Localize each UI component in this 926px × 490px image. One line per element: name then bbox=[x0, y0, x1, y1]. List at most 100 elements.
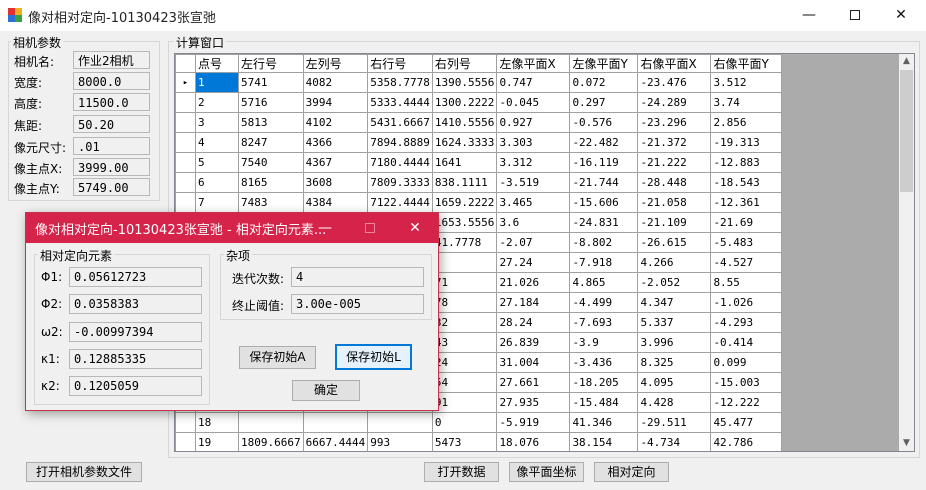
table-cell[interactable]: 41.7778 bbox=[431, 232, 498, 253]
row-header[interactable] bbox=[175, 112, 196, 133]
table-cell[interactable]: 3.303 bbox=[496, 132, 571, 153]
table-cell[interactable]: -21.744 bbox=[569, 172, 639, 193]
table-cell[interactable]: 41.346 bbox=[569, 412, 639, 433]
table-cell[interactable]: 8165 bbox=[238, 172, 304, 193]
table-cell[interactable]: 54 bbox=[431, 372, 498, 393]
table-cell[interactable]: 1390.5556 bbox=[431, 72, 498, 93]
table-cell[interactable]: -24.831 bbox=[569, 212, 639, 233]
table-cell[interactable]: -7.918 bbox=[569, 252, 639, 273]
col-header[interactable]: 右列号 bbox=[431, 54, 498, 73]
table-cell[interactable]: 4.865 bbox=[569, 272, 639, 293]
col-header[interactable]: 右像平面X bbox=[637, 54, 712, 73]
table-cell[interactable] bbox=[367, 412, 433, 433]
table-cell[interactable] bbox=[431, 252, 498, 273]
table-cell[interactable]: 1809.6667 bbox=[238, 432, 304, 451]
table-cell[interactable]: -18.543 bbox=[710, 172, 783, 193]
open-data-button[interactable]: 打开数据 bbox=[424, 462, 499, 482]
table-cell[interactable]: 27.24 bbox=[496, 252, 571, 273]
ok-button[interactable]: 确定 bbox=[292, 380, 360, 401]
table-cell[interactable]: 8247 bbox=[238, 132, 304, 153]
table-cell[interactable]: -29.511 bbox=[637, 412, 712, 433]
table-row[interactable]: 3 5813 4102 5431.6667 1410.5556 0.927 -0.576 -2… bbox=[175, 112, 783, 133]
col-header[interactable]: 右行号 bbox=[367, 54, 433, 73]
col-header[interactable]: 点号 bbox=[195, 54, 239, 73]
table-cell[interactable]: -16.119 bbox=[569, 152, 639, 173]
table-row[interactable]: 4 8247 4366 7894.8889 1624.3333 3.303 -22.482-… bbox=[175, 132, 783, 153]
scroll-up-icon[interactable]: ▲ bbox=[899, 54, 914, 69]
table-cell[interactable]: -15.484 bbox=[569, 392, 639, 413]
table-cell[interactable]: 78 bbox=[431, 292, 498, 313]
table-cell[interactable]: 0.747 bbox=[496, 72, 571, 93]
table-cell[interactable] bbox=[238, 412, 304, 433]
table-cell[interactable]: -24.289 bbox=[637, 92, 712, 113]
table-cell[interactable]: 1300.2222 bbox=[431, 92, 498, 113]
table-cell[interactable]: 27.935 bbox=[496, 392, 571, 413]
minimize-button[interactable]: — bbox=[786, 0, 832, 31]
table-cell[interactable]: -0.414 bbox=[710, 332, 783, 353]
focal-length-field[interactable]: 50.20 bbox=[73, 115, 150, 133]
row-header[interactable] bbox=[175, 432, 196, 451]
table-cell[interactable]: 4384 bbox=[302, 192, 369, 213]
table-cell[interactable]: 19 bbox=[195, 432, 239, 451]
table-cell[interactable]: 3994 bbox=[302, 92, 369, 113]
table-cell[interactable]: -3.436 bbox=[569, 352, 639, 373]
scroll-thumb[interactable] bbox=[900, 70, 913, 192]
table-cell[interactable]: -0.045 bbox=[496, 92, 571, 113]
table-cell[interactable]: 838.1111 bbox=[431, 172, 498, 193]
table-cell[interactable]: 45.477 bbox=[710, 412, 783, 433]
table-cell[interactable]: -26.615 bbox=[637, 232, 712, 253]
table-cell[interactable]: 3 bbox=[195, 112, 239, 133]
table-cell[interactable]: 7540 bbox=[238, 152, 304, 173]
table-cell[interactable]: 4.347 bbox=[637, 292, 712, 313]
table-cell[interactable]: 38.154 bbox=[569, 432, 639, 451]
table-cell[interactable]: -3.9 bbox=[569, 332, 639, 353]
height-field[interactable]: 11500.0 bbox=[73, 93, 150, 111]
table-row[interactable]: 7 7483 4384 7122.4444 1659.2222 3.465 -15.606-… bbox=[175, 192, 783, 213]
table-cell[interactable]: 4366 bbox=[302, 132, 369, 153]
table-cell[interactable]: -28.448 bbox=[637, 172, 712, 193]
table-cell[interactable]: 5431.6667 bbox=[367, 112, 433, 133]
table-cell[interactable]: 4.428 bbox=[637, 392, 712, 413]
table-cell[interactable]: 5716 bbox=[238, 92, 304, 113]
principal-y-field[interactable]: 5749.00 bbox=[73, 178, 150, 196]
table-cell[interactable]: 4102 bbox=[302, 112, 369, 133]
table-cell[interactable]: 4 bbox=[195, 132, 239, 153]
row-header[interactable] bbox=[175, 192, 196, 213]
table-cell[interactable]: 8.325 bbox=[637, 352, 712, 373]
table-cell[interactable]: 3.512 bbox=[710, 72, 783, 93]
table-cell[interactable]: 7809.3333 bbox=[367, 172, 433, 193]
table-cell[interactable]: 0.297 bbox=[569, 92, 639, 113]
table-cell[interactable]: 5 bbox=[195, 152, 239, 173]
table-cell[interactable]: 4367 bbox=[302, 152, 369, 173]
table-cell[interactable]: 1410.5556 bbox=[431, 112, 498, 133]
table-cell[interactable]: -21.109 bbox=[637, 212, 712, 233]
table-cell[interactable]: 18.076 bbox=[496, 432, 571, 451]
row-header[interactable] bbox=[175, 92, 196, 113]
table-cell[interactable]: -15.003 bbox=[710, 372, 783, 393]
table-cell[interactable]: 7180.4444 bbox=[367, 152, 433, 173]
table-cell[interactable]: -4.527 bbox=[710, 252, 783, 273]
table-cell[interactable]: 0.927 bbox=[496, 112, 571, 133]
table-cell[interactable]: -12.361 bbox=[710, 192, 783, 213]
save-initial-l-button[interactable]: 保存初始L bbox=[335, 344, 412, 370]
open-camera-file-button[interactable]: 打开相机参数文件 bbox=[26, 462, 142, 482]
table-cell[interactable]: 7483 bbox=[238, 192, 304, 213]
table-row[interactable]: 5 7540 4367 7180.4444 1641 3.312 -16.119 -21.22… bbox=[175, 152, 783, 173]
threshold-field[interactable]: 3.00e-005 bbox=[291, 294, 424, 314]
close-button[interactable]: ✕ bbox=[878, 0, 924, 31]
omega2-field[interactable]: -0.00997394 bbox=[69, 322, 202, 342]
table-cell[interactable]: 5358.7778 bbox=[367, 72, 433, 93]
table-cell[interactable]: 3608 bbox=[302, 172, 369, 193]
table-cell[interactable]: 5813 bbox=[238, 112, 304, 133]
row-header[interactable] bbox=[175, 412, 196, 433]
table-cell[interactable]: -3.519 bbox=[496, 172, 571, 193]
table-cell[interactable]: 0.099 bbox=[710, 352, 783, 373]
table-row[interactable]: 6 8165 3608 7809.3333 838.1111 -3.519 -21.744-… bbox=[175, 172, 783, 193]
col-header[interactable]: 左像平面X bbox=[496, 54, 571, 73]
table-row[interactable]: ▸ 1 5741 4082 5358.7778 1390.5556 0.747 0.072 -2… bbox=[175, 72, 783, 93]
table-cell[interactable]: 26.839 bbox=[496, 332, 571, 353]
table-cell[interactable]: 3.6 bbox=[496, 212, 571, 233]
table-cell[interactable]: -19.313 bbox=[710, 132, 783, 153]
table-cell[interactable]: 993 bbox=[367, 432, 433, 451]
table-cell[interactable]: -18.205 bbox=[569, 372, 639, 393]
